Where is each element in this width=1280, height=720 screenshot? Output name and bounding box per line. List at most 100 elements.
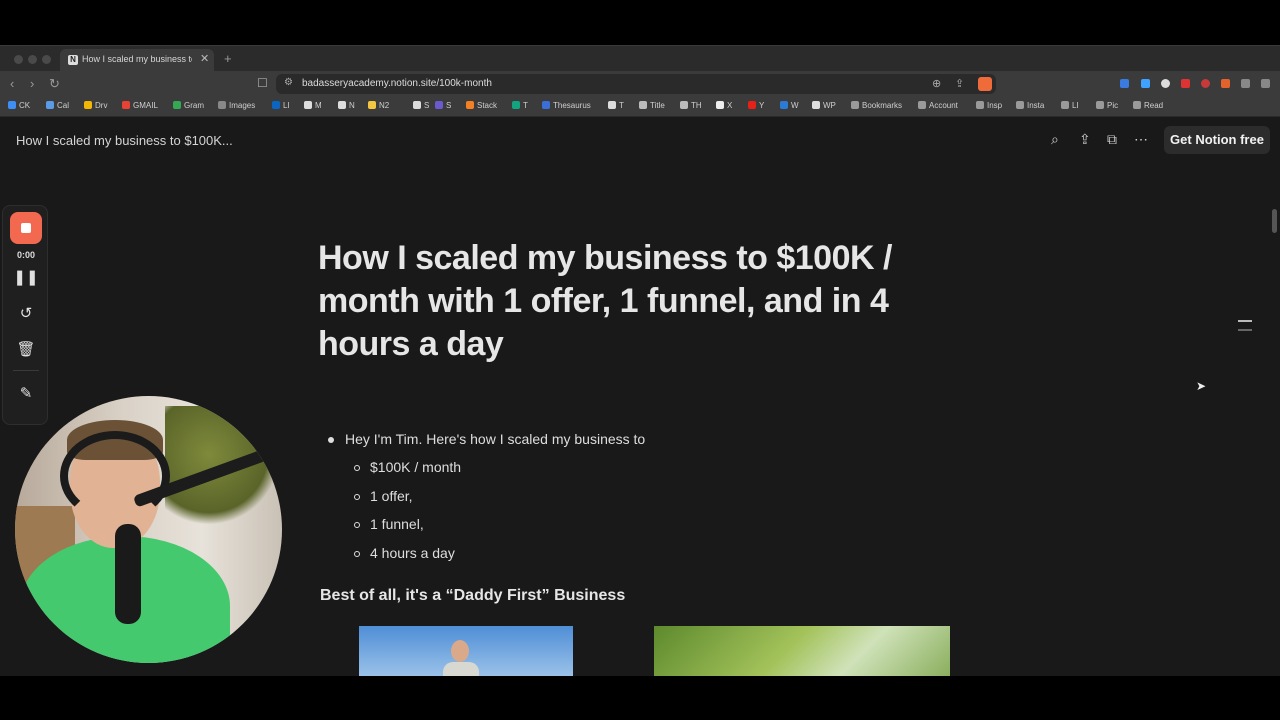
bookmark-item[interactable]: WP: [812, 101, 836, 110]
new-tab-button[interactable]: +: [224, 51, 232, 66]
bookmark-item[interactable]: TH: [680, 101, 702, 110]
bookmark-favicon-icon: [680, 101, 688, 109]
extension-icon[interactable]: [1201, 79, 1210, 88]
pause-icon[interactable]: ❚❚: [3, 268, 49, 286]
extensions-menu-icon[interactable]: [1241, 79, 1250, 88]
headphones-icon: [60, 431, 170, 521]
bookmark-favicon-icon: [976, 101, 984, 109]
delete-icon[interactable]: 🗑: [3, 340, 49, 358]
bookmark-item[interactable]: Cal: [46, 101, 69, 110]
restart-icon[interactable]: ↺: [3, 304, 49, 322]
bookmark-item[interactable]: Bookmarks: [851, 101, 902, 110]
bookmark-item[interactable]: T: [608, 101, 624, 110]
bookmark-item[interactable]: Stack: [466, 101, 497, 110]
video-letterbox-bottom: [0, 676, 1280, 720]
bookmark-label: LI: [283, 101, 290, 110]
bookmark-favicon-icon: [918, 101, 926, 109]
bookmark-favicon-icon: [304, 101, 312, 109]
tab-strip: N How I scaled my business to ✕ +: [0, 45, 1280, 72]
bookmark-label: M: [315, 101, 322, 110]
forward-icon[interactable]: ›: [30, 76, 34, 91]
bookmark-item[interactable]: Gram: [173, 101, 204, 110]
bookmark-label: N2: [379, 101, 390, 110]
close-tab-icon[interactable]: ✕: [200, 52, 209, 65]
recording-timer: 0:00: [16, 250, 35, 260]
bookmark-favicon-icon: [1133, 101, 1141, 109]
table-of-contents-icon[interactable]: [1238, 320, 1252, 322]
bookmark-item[interactable]: Y: [748, 101, 764, 110]
bookmark-favicon-icon: [338, 101, 346, 109]
page-scrollbar[interactable]: [1272, 209, 1277, 233]
duplicate-icon[interactable]: ⧉: [1107, 131, 1117, 148]
bookmark-item[interactable]: GMAIL: [122, 101, 158, 110]
close-window-dot[interactable]: [14, 55, 23, 64]
sub-bullet: $100K / month: [370, 459, 462, 475]
bookmark-item[interactable]: Read: [1133, 101, 1163, 110]
bookmark-item[interactable]: T: [512, 101, 528, 110]
bookmark-item[interactable]: N2: [368, 101, 389, 110]
bookmark-item[interactable]: W: [780, 101, 799, 110]
url-text[interactable]: badasseryacademy.notion.site/100k-month: [302, 78, 492, 89]
bookmark-page-icon[interactable]: ☐: [257, 76, 268, 90]
bookmark-item[interactable]: S: [435, 101, 451, 110]
reload-icon[interactable]: ↻: [49, 76, 60, 92]
search-icon[interactable]: ⌕: [1051, 131, 1059, 148]
site-info-icon[interactable]: ⚙: [284, 77, 293, 88]
screen-recorder-toolbar: 0:00 ❚❚ ↺ 🗑 ✎: [2, 205, 48, 425]
bookmark-item[interactable]: Pic: [1096, 101, 1118, 110]
bookmark-item[interactable]: LI: [272, 101, 290, 110]
stop-recording-button[interactable]: [10, 212, 42, 244]
bookmark-item[interactable]: Insp: [976, 101, 1002, 110]
bookmark-item[interactable]: S: [413, 101, 429, 110]
bookmark-item[interactable]: Images: [218, 101, 255, 110]
get-notion-free-button[interactable]: Get Notion free: [1164, 126, 1270, 154]
brave-shields-icon[interactable]: [978, 77, 992, 91]
bookmark-item[interactable]: Insta: [1016, 101, 1044, 110]
bookmark-label: TH: [691, 101, 702, 110]
webcam-bubble[interactable]: [15, 396, 282, 663]
bookmark-item[interactable]: Thesaurus: [542, 101, 591, 110]
share-icon[interactable]: ⇪: [1079, 131, 1091, 148]
back-icon[interactable]: ‹: [10, 76, 14, 91]
page-breadcrumb[interactable]: How I scaled my business to $100K...: [16, 133, 233, 148]
bookmark-item[interactable]: CK: [8, 101, 30, 110]
table-of-contents-icon[interactable]: [1238, 329, 1252, 331]
extension-icon[interactable]: [1141, 79, 1150, 88]
draw-icon[interactable]: ✎: [3, 384, 49, 402]
bookmark-label: Drv: [95, 101, 108, 110]
extension-icon[interactable]: [1120, 79, 1129, 88]
bookmark-label: Thesaurus: [553, 101, 591, 110]
bookmark-favicon-icon: [46, 101, 54, 109]
minimize-window-dot[interactable]: [28, 55, 37, 64]
person-figure: [441, 640, 481, 676]
notion-topbar: How I scaled my business to $100K... ⌕ ⇪…: [0, 117, 1280, 163]
bookmark-label: Insta: [1027, 101, 1045, 110]
bookmark-favicon-icon: [173, 101, 181, 109]
bookmark-favicon-icon: [748, 101, 756, 109]
bullet-dot-icon: [328, 437, 334, 443]
browser-toolbar: ‹ › ↻ ☐ ⚙ badasseryacademy.notion.site/1…: [0, 71, 1280, 97]
bookmark-favicon-icon: [435, 101, 443, 109]
bookmark-item[interactable]: Account: [918, 101, 958, 110]
bookmark-item[interactable]: N: [338, 101, 355, 110]
mouse-cursor-icon: ➤: [1196, 379, 1207, 393]
bookmark-label: Cal: [57, 101, 70, 110]
bookmark-item[interactable]: LI: [1061, 101, 1079, 110]
bookmark-item[interactable]: Title: [639, 101, 665, 110]
zoom-icon[interactable]: ⊕: [932, 77, 941, 90]
more-options-icon[interactable]: ⋯: [1134, 131, 1148, 148]
extension-icon[interactable]: [1161, 79, 1170, 88]
sub-bullet: 1 offer,: [370, 488, 413, 504]
extension-icon[interactable]: [1181, 79, 1190, 88]
active-tab[interactable]: N How I scaled my business to ✕: [60, 49, 214, 72]
bookmark-item[interactable]: M: [304, 101, 322, 110]
share-page-icon[interactable]: ⇪: [955, 77, 964, 90]
bookmark-label: S: [424, 101, 430, 110]
maximize-window-dot[interactable]: [42, 55, 51, 64]
extension-icon[interactable]: [1221, 79, 1230, 88]
bookmark-item[interactable]: X: [716, 101, 732, 110]
bookmark-favicon-icon: [851, 101, 859, 109]
bookmark-item[interactable]: Drv: [84, 101, 107, 110]
address-bar[interactable]: ⚙ badasseryacademy.notion.site/100k-mont…: [276, 74, 996, 94]
browser-menu-icon[interactable]: [1261, 79, 1270, 88]
